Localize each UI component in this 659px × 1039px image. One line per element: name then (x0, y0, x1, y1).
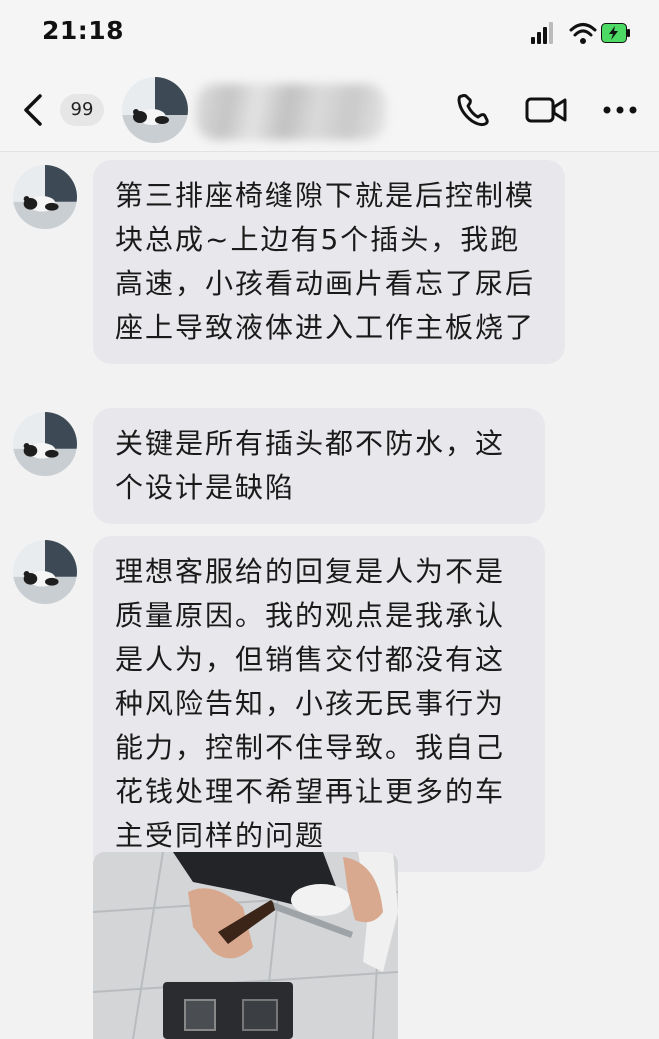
back-button[interactable] (18, 90, 48, 130)
message-text: 关键是所有插头都不防水，这个设计是缺陷 (115, 427, 506, 504)
contact-name-redacted[interactable] (196, 84, 386, 140)
more-icon[interactable] (598, 90, 642, 130)
sender-avatar[interactable] (13, 412, 77, 476)
video-camera-icon[interactable] (524, 90, 568, 130)
message-text: 理想客服给的回复是人为不是质量原因。我的观点是我承认是人为，但销售交付都没有这种… (115, 555, 506, 852)
panda-avatar-icon (13, 412, 77, 476)
message-bubble[interactable]: 关键是所有插头都不防水，这个设计是缺陷 (93, 408, 545, 524)
signal-icon (531, 22, 553, 44)
battery-charging-icon (601, 23, 630, 43)
panda-avatar-icon (13, 165, 77, 229)
message-image[interactable] (93, 852, 398, 1039)
message-bubble[interactable]: 理想客服给的回复是人为不是质量原因。我的观点是我承认是人为，但销售交付都没有这种… (93, 536, 545, 872)
status-bar: 21:18 (0, 0, 659, 70)
status-time: 21:18 (42, 16, 125, 45)
phone-icon[interactable] (452, 90, 496, 130)
message-bubble[interactable]: 第三排座椅缝隙下就是后控制模块总成~上边有5个插头，我跑高速，小孩看动画片看忘了… (93, 160, 565, 364)
chat-screen: 21:18 99 第三排座椅缝隙下就是后控制模块总成~上边有5个插头，我跑高速，… (0, 0, 659, 1039)
sender-avatar[interactable] (13, 540, 77, 604)
panda-avatar-icon (13, 540, 77, 604)
status-icons (531, 22, 630, 44)
wifi-icon (569, 23, 597, 44)
unread-count-badge[interactable]: 99 (60, 94, 104, 126)
message-text: 第三排座椅缝隙下就是后控制模块总成~上边有5个插头，我跑高速，小孩看动画片看忘了… (115, 179, 536, 344)
sender-avatar[interactable] (13, 165, 77, 229)
contact-avatar[interactable] (122, 77, 188, 143)
chat-header: 99 (0, 70, 659, 152)
panda-avatar-icon (122, 77, 188, 143)
photo-image (93, 852, 398, 1039)
